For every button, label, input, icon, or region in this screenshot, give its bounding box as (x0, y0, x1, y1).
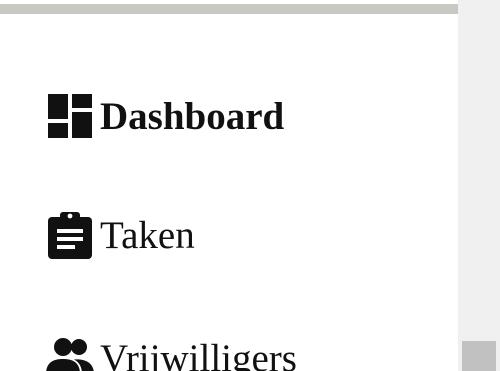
vertical-scrollbar[interactable] (458, 0, 500, 371)
dashboard-icon (46, 92, 94, 140)
sidebar-item-label: Taken (100, 213, 195, 257)
sidebar-item-dashboard[interactable]: Dashboard (46, 92, 284, 140)
scrollbar-thumb[interactable] (462, 341, 496, 371)
sidebar-item-label: Dashboard (100, 94, 285, 138)
sidebar-item-taken[interactable]: Taken (46, 211, 195, 259)
sidebar-item-vrijwilligers[interactable]: Vrijwilligers (46, 334, 297, 371)
clipboard-icon (46, 211, 94, 259)
sidebar-nav: Dashboard Taken Vrijwilligers (0, 0, 458, 371)
app-page: Dashboard Taken Vrijwilligers (0, 0, 500, 371)
sidebar-item-label: Vrijwilligers (100, 336, 297, 371)
people-icon (46, 334, 94, 371)
